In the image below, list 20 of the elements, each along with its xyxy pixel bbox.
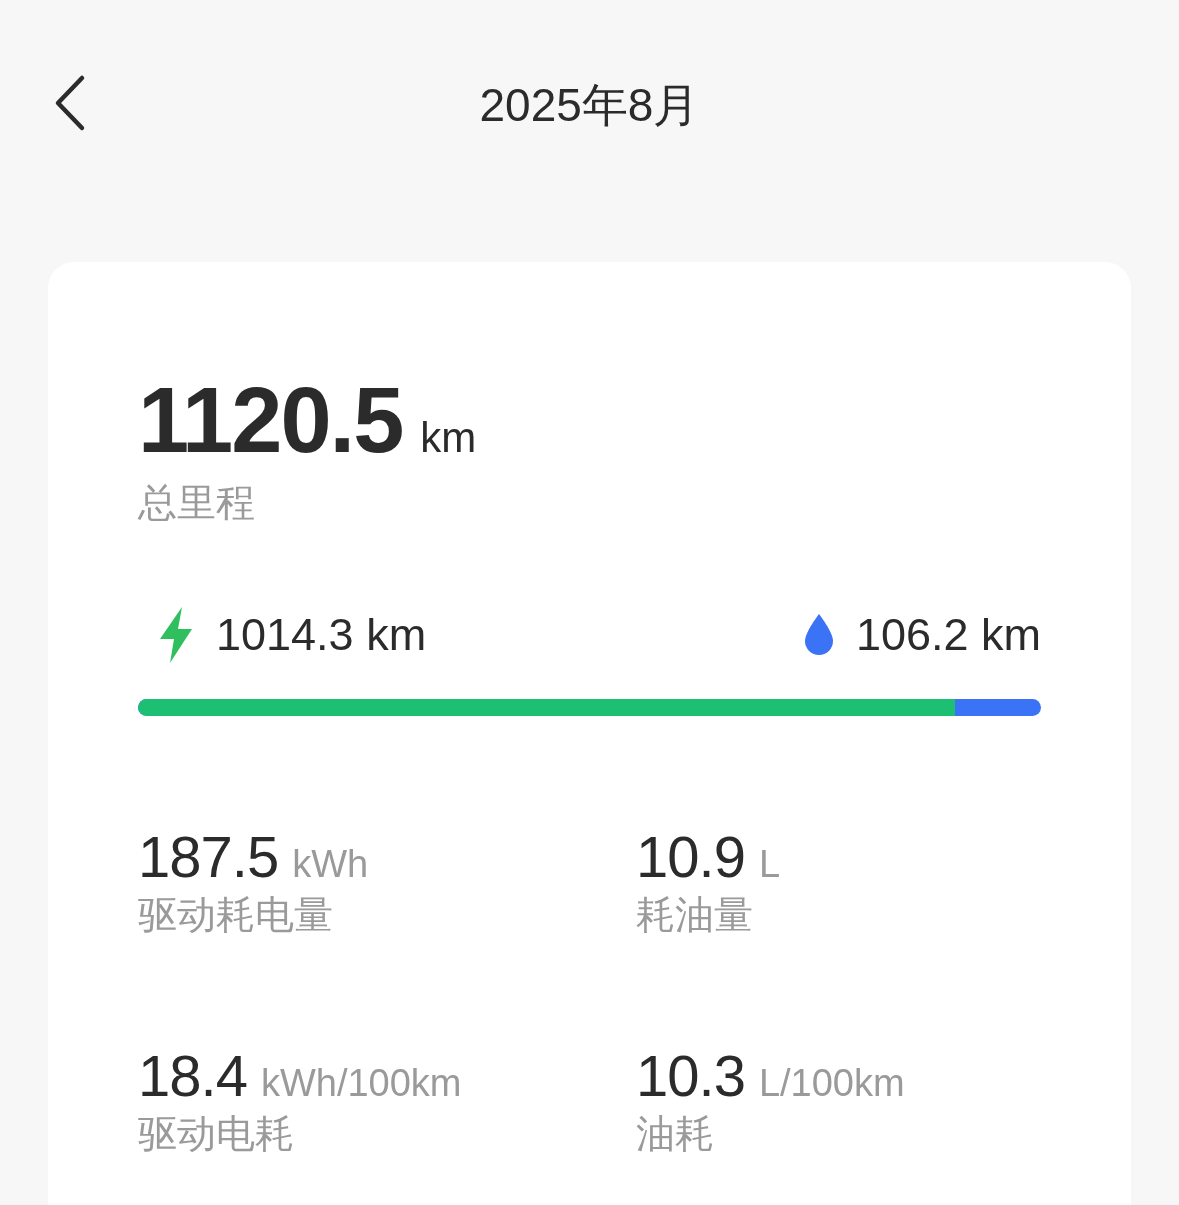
lightning-icon bbox=[158, 606, 194, 663]
stat-value: 10.3 bbox=[636, 1046, 745, 1105]
stat-unit: kWh/100km bbox=[260, 1063, 462, 1102]
stat-unit: L bbox=[758, 844, 781, 883]
stat-label: 油耗 bbox=[636, 1110, 715, 1157]
total-distance: 1120.5 bbox=[138, 374, 403, 466]
fuel-distance: 106.2 km bbox=[855, 608, 1041, 661]
total-label: 总里程 bbox=[138, 480, 256, 526]
stat-label: 耗油量 bbox=[636, 891, 754, 938]
stat-value: 18.4 bbox=[138, 1046, 247, 1105]
electric-distance: 1014.3 km bbox=[216, 608, 427, 661]
stat-label: 驱动耗电量 bbox=[138, 891, 334, 938]
stat-value: 10.9 bbox=[636, 827, 745, 886]
distance-unit: km bbox=[420, 417, 477, 459]
page-title: 2025年8月 bbox=[479, 78, 700, 133]
stat-label: 驱动电耗 bbox=[138, 1110, 295, 1157]
drop-icon bbox=[803, 613, 834, 656]
stat-value: 187.5 bbox=[138, 827, 279, 886]
stat-unit: L/100km bbox=[758, 1063, 905, 1102]
stat-unit: kWh bbox=[292, 844, 369, 883]
